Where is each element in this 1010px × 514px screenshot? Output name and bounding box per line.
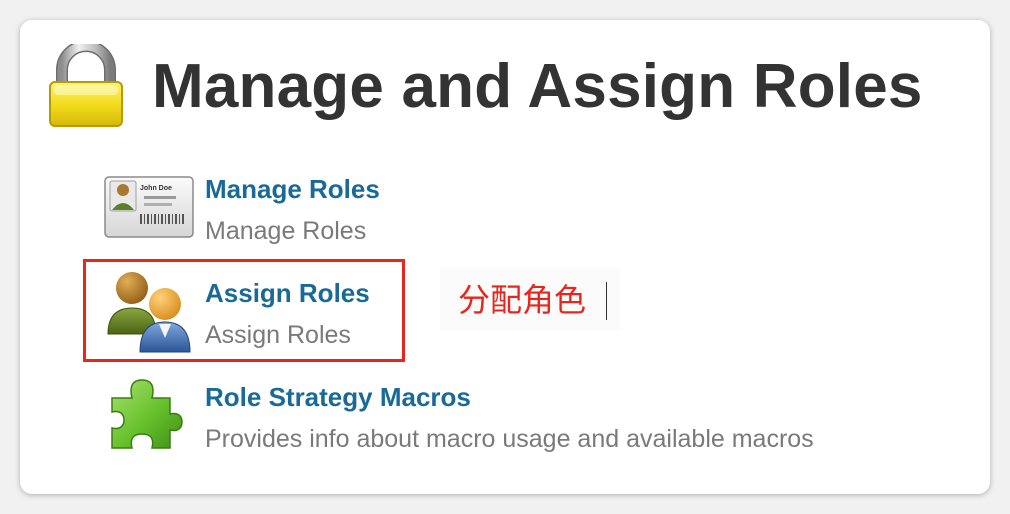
annotation-text: 分配角色 — [458, 281, 587, 319]
role-strategy-macros-description: Provides info about macro usage and avai… — [205, 425, 814, 453]
assign-roles-link[interactable]: Assign Roles — [205, 278, 370, 308]
id-card-icon: John Doe — [104, 176, 194, 238]
users-icon — [107, 272, 191, 353]
puzzle-piece-icon — [111, 379, 183, 449]
assign-roles-description: Assign Roles — [205, 321, 351, 349]
text-caret — [606, 282, 607, 320]
padlock-icon — [49, 44, 123, 127]
manage-roles-link[interactable]: Manage Roles — [205, 174, 380, 204]
page-title: Manage and Assign Roles — [152, 52, 923, 121]
role-strategy-macros-link[interactable]: Role Strategy Macros — [205, 382, 471, 412]
annotation-label: 分配角色 — [440, 268, 620, 330]
manage-roles-description: Manage Roles — [205, 217, 367, 245]
id-card-name: John Doe — [140, 185, 172, 192]
